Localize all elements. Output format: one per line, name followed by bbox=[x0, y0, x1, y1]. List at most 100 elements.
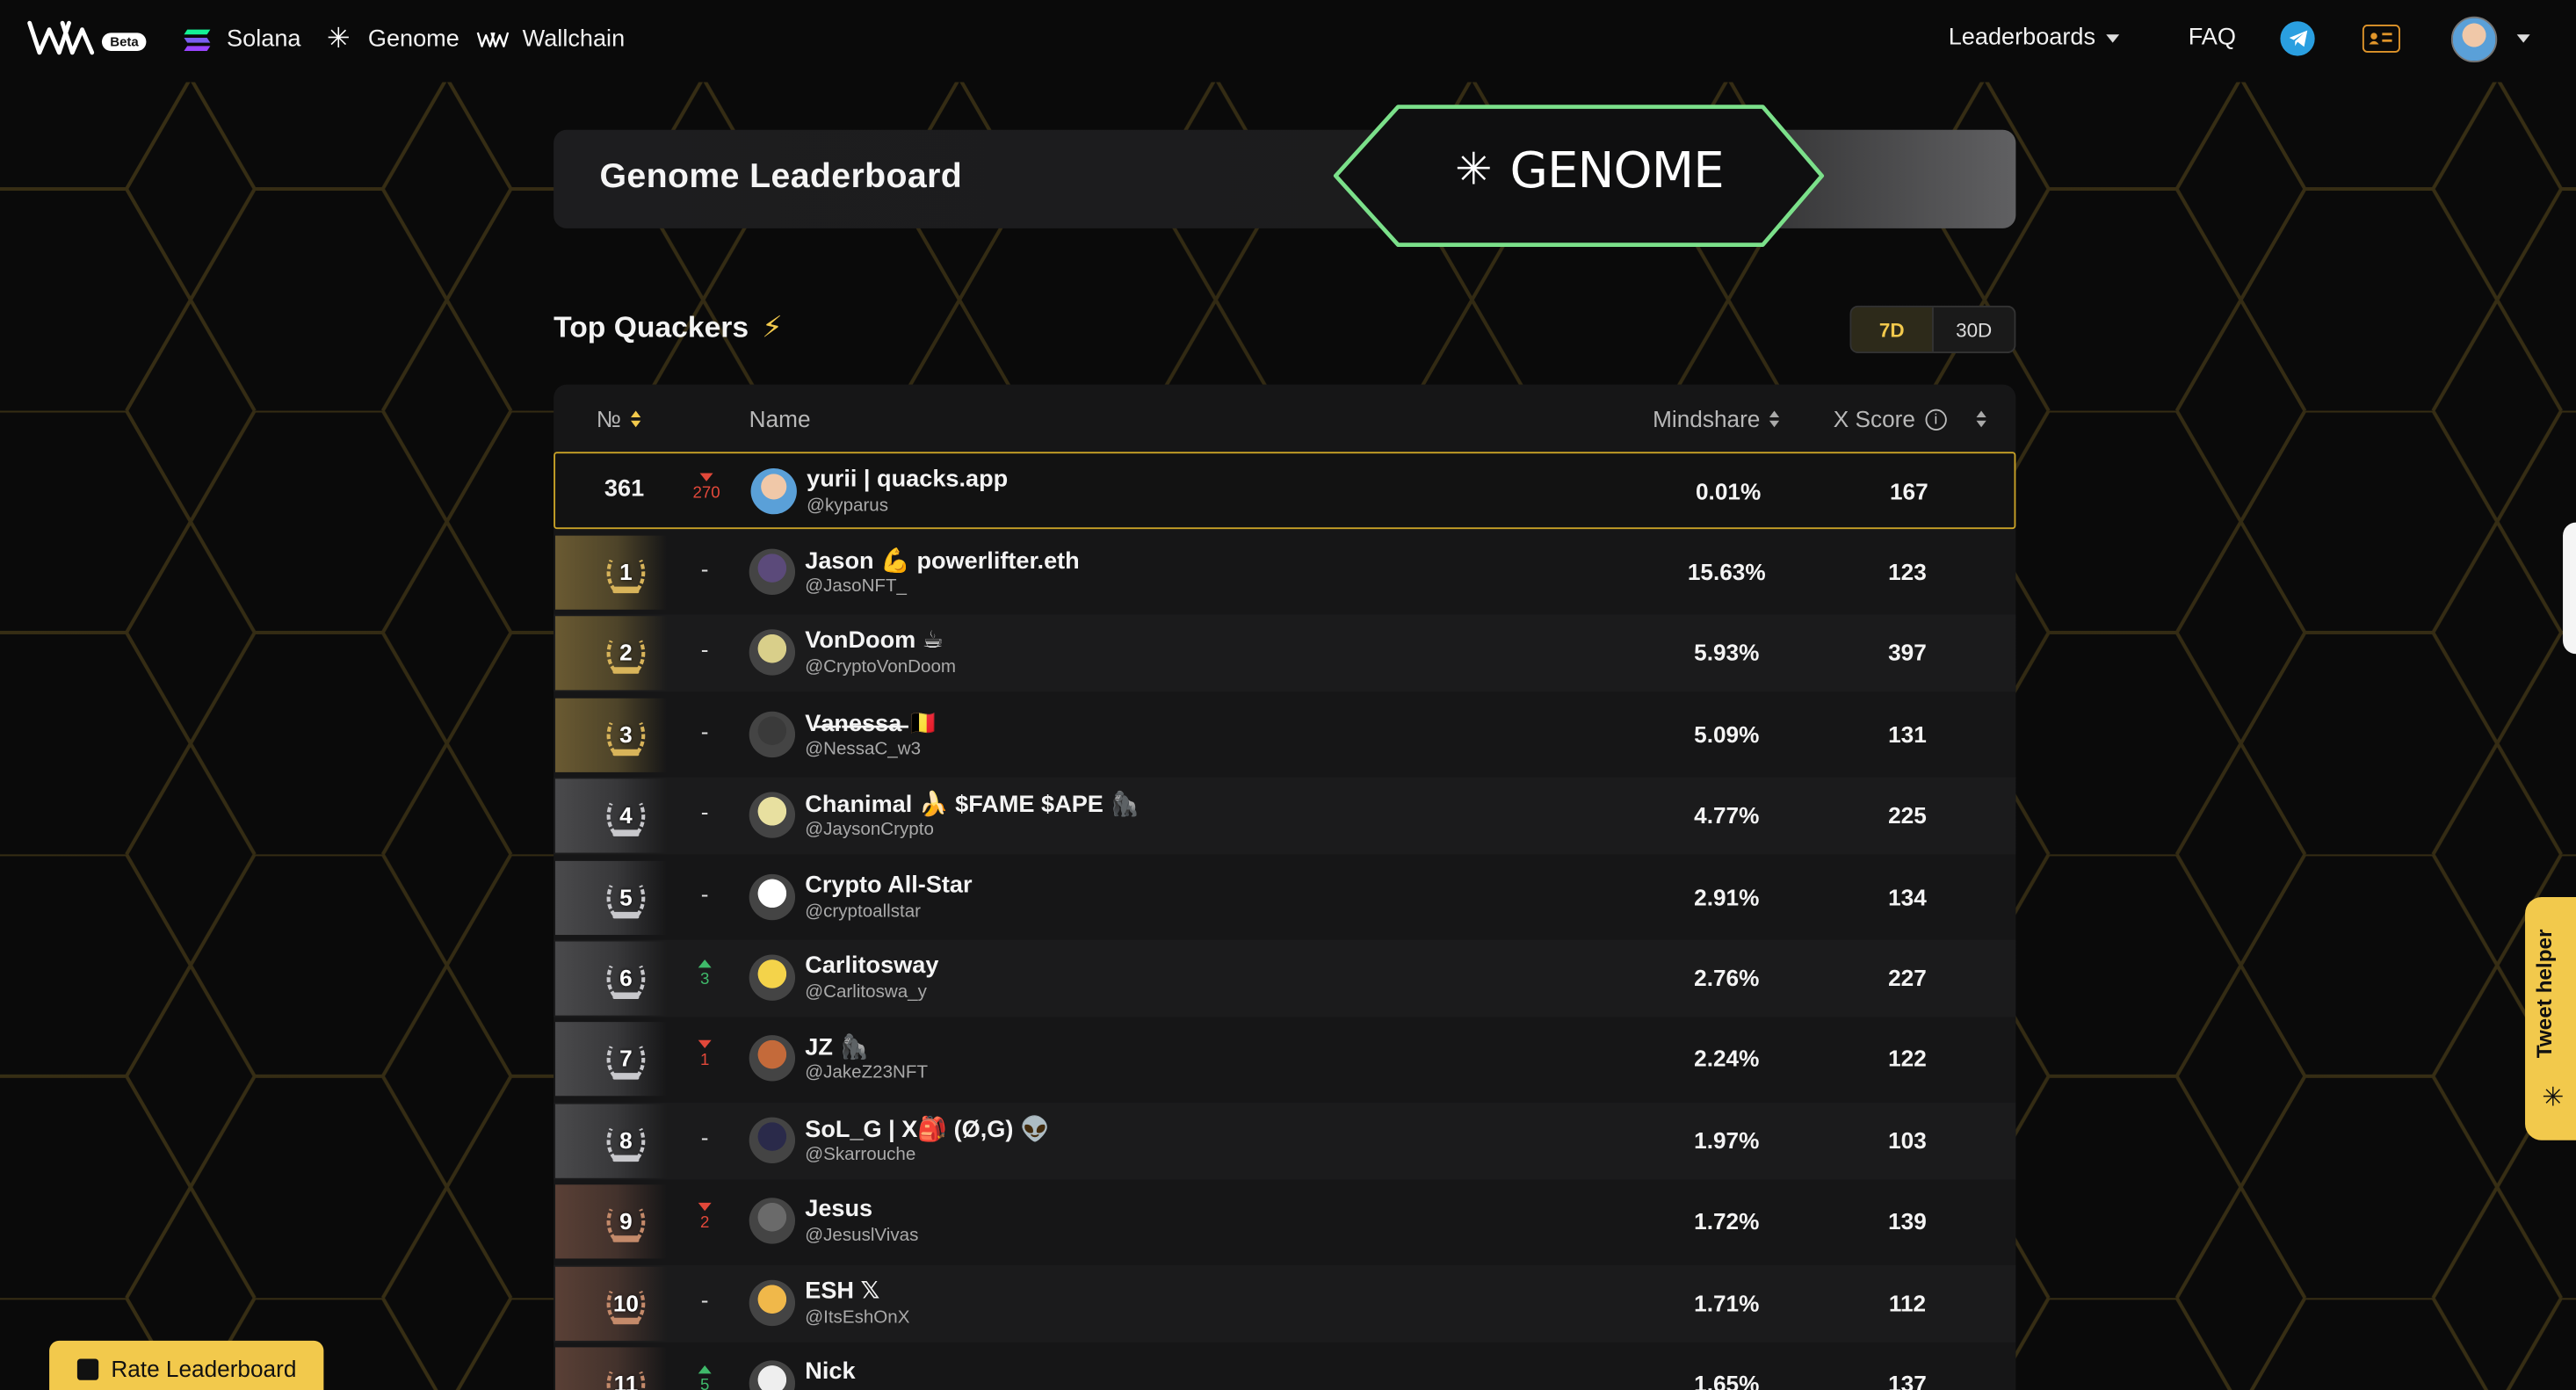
medal-cell: 2 bbox=[555, 616, 668, 691]
avatar[interactable] bbox=[749, 548, 796, 595]
avatar[interactable] bbox=[749, 954, 796, 1001]
user-handle[interactable]: @Skarrouche bbox=[805, 1145, 915, 1164]
avatar[interactable] bbox=[749, 1117, 796, 1163]
avatar[interactable] bbox=[749, 629, 796, 677]
faq-label: FAQ bbox=[2188, 25, 2236, 51]
rank-number: 5 bbox=[619, 883, 633, 910]
rank-change: - bbox=[700, 799, 709, 826]
nav-link-label: Genome bbox=[367, 25, 459, 53]
table-row[interactable]: 7 1 JZ 🦍 @JakeZ23NFT 2.24% 122 bbox=[554, 1021, 2015, 1098]
rank-column-header[interactable]: № bbox=[597, 406, 641, 432]
user-name[interactable]: Nick bbox=[805, 1358, 855, 1385]
user-handle[interactable]: @NessaC_w3 bbox=[805, 739, 921, 758]
avatar[interactable] bbox=[749, 1035, 796, 1082]
telegram-icon[interactable] bbox=[2280, 21, 2315, 56]
user-name[interactable]: V̶a̶n̶e̶s̶s̶a̶ 🇧🇪 bbox=[805, 709, 937, 737]
xscore-column-header[interactable]: X Score i bbox=[1834, 406, 1986, 432]
rate-leaderboard-button[interactable]: Rate Leaderboard bbox=[49, 1340, 324, 1390]
profile-card-icon[interactable] bbox=[2362, 25, 2400, 53]
rank-down-icon bbox=[699, 473, 713, 481]
rank-change: 5 bbox=[685, 1362, 725, 1390]
user-name[interactable]: yurii | quacks.app bbox=[807, 467, 1008, 493]
leaderboards-label: Leaderboards bbox=[1948, 25, 2096, 51]
user-name[interactable]: Carlitosway bbox=[805, 953, 938, 980]
rank-change: - bbox=[700, 555, 709, 582]
user-name[interactable]: Jesus bbox=[805, 1197, 872, 1223]
genome-icon: ✳ bbox=[326, 23, 351, 54]
user-handle[interactable]: @ItsEshOnX bbox=[805, 1307, 909, 1327]
user-name[interactable]: VonDoom ☕ bbox=[805, 628, 944, 655]
user-name[interactable]: Jason 💪 powerlifter.eth bbox=[805, 547, 1080, 576]
mindshare-value: 1.65% bbox=[1694, 1370, 1760, 1390]
rank-number: 1 bbox=[619, 558, 633, 585]
nav-link-solana[interactable]: Solana bbox=[181, 25, 301, 54]
rank-down-icon bbox=[698, 1040, 712, 1049]
avatar[interactable] bbox=[749, 1360, 796, 1390]
column-label: X Score bbox=[1833, 405, 1915, 432]
tweet-helper-tab[interactable]: Tweet helper ✳ bbox=[2525, 897, 2576, 1140]
period-7d-button[interactable]: 7D bbox=[1851, 307, 1933, 352]
table-row[interactable]: 5 - Crypto All-Star @cryptoallstar 2.91% 134 bbox=[554, 858, 2015, 936]
nav-link-wallchain[interactable]: Wallchain bbox=[476, 25, 625, 54]
rank-number: 361 bbox=[604, 476, 645, 503]
table-header: № Name Mindshare X Score i bbox=[554, 385, 2015, 451]
table-row[interactable]: 8 - SoL_G | X🎒 (Ø,G) 👽 @Skarrouche 1.97% 103 bbox=[554, 1102, 2016, 1180]
info-icon[interactable]: i bbox=[1925, 408, 1947, 431]
avatar[interactable] bbox=[749, 873, 796, 920]
mindshare-column-header[interactable]: Mindshare bbox=[1653, 406, 1780, 432]
user-name[interactable]: SoL_G | X🎒 (Ø,G) 👽 bbox=[805, 1115, 1049, 1143]
chevron-down-icon[interactable] bbox=[2516, 34, 2530, 43]
beta-badge: Beta bbox=[101, 33, 148, 51]
rank-change-value: 1 bbox=[699, 1052, 710, 1071]
side-panel-tab[interactable] bbox=[2563, 522, 2576, 655]
user-avatar[interactable] bbox=[2450, 16, 2498, 63]
xscore-value: 225 bbox=[1888, 801, 1927, 829]
rank-change: 2 bbox=[685, 1199, 725, 1233]
table-row[interactable]: 4 - Chanimal 🍌 $FAME $APE 🦍 @JaysonCrypto 4.… bbox=[554, 777, 2016, 855]
user-name[interactable]: Crypto All-Star bbox=[805, 872, 972, 898]
period-30d-button[interactable]: 30D bbox=[1932, 307, 2014, 352]
avatar[interactable] bbox=[749, 1198, 796, 1244]
table-row[interactable]: 11 5 Nick 1.65% 137 bbox=[554, 1346, 2015, 1390]
avatar[interactable] bbox=[749, 711, 796, 757]
user-handle[interactable]: @CryptoVonDoom bbox=[805, 658, 956, 677]
xscore-value: 122 bbox=[1888, 1046, 1927, 1072]
section-title-text: Top Quackers bbox=[554, 310, 749, 344]
user-handle[interactable]: @Carlitoswa_y bbox=[805, 982, 927, 1002]
mindshare-value: 15.63% bbox=[1687, 558, 1766, 585]
table-row[interactable]: 3 - V̶a̶n̶e̶s̶s̶a̶ 🇧🇪 @NessaC_w3 5.09% 131 bbox=[554, 697, 2015, 774]
user-handle[interactable]: @JasoNFT_ bbox=[805, 576, 907, 596]
table-row[interactable]: 1 - Jason 💪 powerlifter.eth @JasoNFT_ 15.63%… bbox=[554, 534, 2015, 612]
nav-link-genome[interactable]: ✳ Genome bbox=[322, 23, 459, 54]
genome-brand-text: GENOME bbox=[1509, 142, 1724, 201]
rank-number: 4 bbox=[619, 801, 633, 829]
user-handle[interactable]: @JesuslVivas bbox=[805, 1226, 918, 1245]
user-handle[interactable]: @JaysonCrypto bbox=[805, 820, 934, 839]
column-label: № bbox=[596, 405, 621, 432]
nav-link-label: Solana bbox=[227, 25, 301, 53]
avatar[interactable] bbox=[749, 1278, 796, 1326]
medal-cell: 5 bbox=[555, 860, 668, 935]
table-row[interactable]: 6 3 Carlitosway @Carlitoswa_y 2.76% 227 bbox=[554, 939, 2016, 1017]
rank-change: 1 bbox=[685, 1038, 725, 1070]
mindshare-value: 1.71% bbox=[1694, 1289, 1760, 1316]
user-handle[interactable]: @kyparus bbox=[807, 496, 888, 516]
user-name[interactable]: JZ 🦍 bbox=[805, 1034, 869, 1062]
avatar[interactable] bbox=[749, 792, 796, 839]
user-name[interactable]: ESH 𝕏 bbox=[805, 1278, 879, 1304]
faq-link[interactable]: FAQ bbox=[2189, 25, 2236, 51]
medal-cell: 10 bbox=[555, 1266, 668, 1341]
avatar[interactable] bbox=[750, 467, 797, 515]
table-row[interactable]: 9 2 Jesus @JesuslVivas 1.72% 139 bbox=[554, 1184, 2015, 1261]
leaderboards-dropdown[interactable]: Leaderboards bbox=[1949, 25, 2119, 51]
user-name[interactable]: Chanimal 🍌 $FAME $APE 🦍 bbox=[805, 791, 1140, 819]
table-row[interactable]: 10 - ESH 𝕏 @ItsEshOnX 1.71% 112 bbox=[554, 1264, 2016, 1343]
user-handle[interactable]: @JakeZ23NFT bbox=[805, 1064, 928, 1083]
table-row[interactable]: 2 - VonDoom ☕ @CryptoVonDoom 5.93% 397 bbox=[554, 615, 2016, 693]
mindshare-value: 4.77% bbox=[1694, 801, 1760, 829]
top-nav: Beta Solana ✳ Genome Wallchain Leaderboa… bbox=[0, 0, 2576, 79]
medal-cell: 1 bbox=[555, 535, 668, 610]
current-user-row[interactable]: 361 270 yurii | quacks.app @kyparus 0.01… bbox=[554, 452, 2016, 530]
genome-logo-icon: ✳ bbox=[1455, 144, 1493, 194]
user-handle[interactable]: @cryptoallstar bbox=[805, 901, 921, 921]
